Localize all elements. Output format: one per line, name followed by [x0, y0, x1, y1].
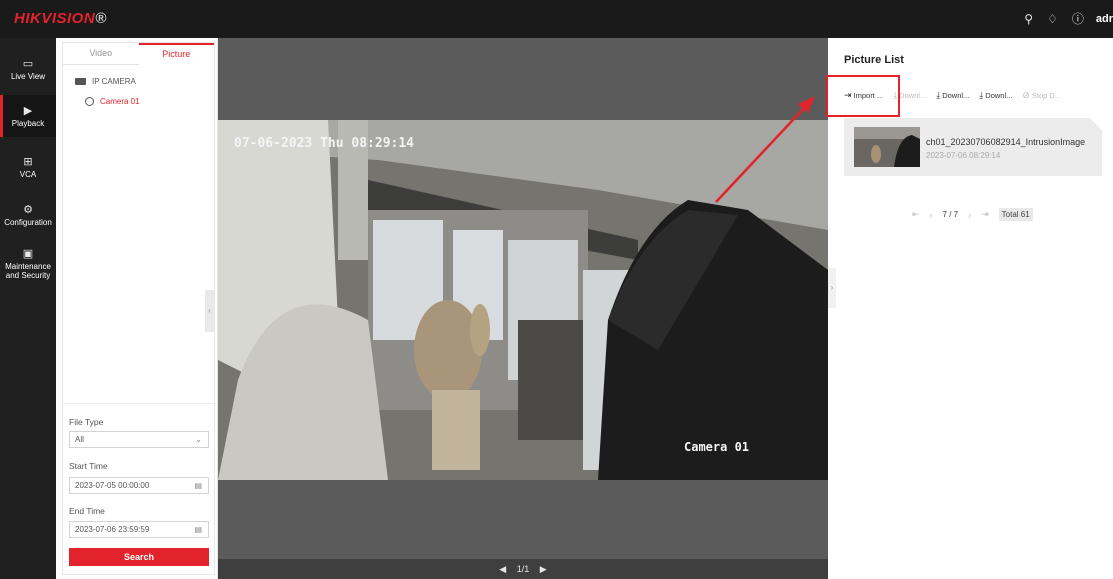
search-icon[interactable]: ⚲: [1024, 12, 1033, 26]
camera-tree: IP CAMERA Camera 01: [75, 73, 140, 109]
stop-download-button[interactable]: ⊘ Stop D...: [1022, 90, 1061, 101]
download-icon: ⤓: [936, 90, 941, 100]
picture-list-title: Picture List: [844, 54, 904, 66]
collapse-right-handle[interactable]: ›: [828, 268, 836, 308]
import-button[interactable]: ⇥ Import ...: [844, 90, 883, 101]
start-time-label: Start Time: [69, 461, 108, 471]
nav-label: VCA: [19, 170, 37, 179]
import-icon: ⇥: [844, 90, 852, 100]
stop-icon: ⊘: [1022, 90, 1030, 100]
page-indicator: 1/1: [516, 564, 530, 574]
page-current: 7 / 7: [942, 210, 959, 219]
item-corner: [1090, 118, 1102, 130]
vca-icon: ⊞: [23, 156, 33, 168]
left-navigation: ▭ Live View ▶ Playback ⊞ VCA ⚙ Configura…: [0, 38, 56, 579]
video-frame[interactable]: 07-06-2023 Thu 08:29:14 Camera 01: [218, 120, 828, 480]
search-panel-frame: Video Picture IP CAMERA Camera 01 File T…: [62, 42, 215, 575]
start-time-field[interactable]: 2023-07-05 00:00:00 ▤: [69, 477, 209, 494]
nav-label: Live View: [10, 72, 46, 81]
camera-image: [218, 120, 828, 480]
camera-icon: [85, 96, 94, 106]
nav-playback[interactable]: ▶ Playback: [0, 95, 56, 137]
nav-maintenance[interactable]: ▣ Maintenance and Security: [0, 248, 56, 284]
notification-icon[interactable]: ♢: [1047, 12, 1058, 26]
next-page-icon[interactable]: ▶: [540, 564, 547, 574]
picture-toolbar: ⇥ Import ... ⤓ Downl... ⤓ Downl... ⤓ Dow…: [844, 90, 1071, 101]
monitor-icon: ▭: [22, 58, 34, 70]
search-panel: Video Picture IP CAMERA Camera 01 File T…: [56, 38, 218, 579]
download-label: Downl...: [899, 91, 927, 100]
download-button-1[interactable]: ⤓ Downl...: [893, 90, 926, 101]
file-type-value: All: [75, 435, 84, 444]
picture-list-item[interactable]: ch01_20230706082914_IntrusionImage 2023-…: [844, 118, 1102, 176]
download-button-2[interactable]: ⤓ Downl...: [936, 90, 969, 101]
nav-vca[interactable]: ⊞ VCA: [0, 156, 56, 186]
first-page-icon[interactable]: ⇤: [912, 209, 920, 220]
top-bar: HIKVISION® ⚲ ♢ ⓘ adr: [0, 0, 1113, 38]
divider: [63, 403, 214, 404]
playback-icon: ▶: [23, 105, 33, 117]
picture-thumbnail: [854, 127, 920, 167]
video-pager: ◀ 1/1 ▶: [218, 559, 828, 579]
file-type-select[interactable]: All ⌄: [69, 431, 209, 448]
calendar-icon: ▤: [194, 481, 202, 490]
nav-label: Maintenance and Security: [5, 262, 51, 280]
next-page-icon[interactable]: ›: [968, 210, 971, 220]
nav-label: Configuration: [4, 218, 52, 227]
download-label: Downl...: [985, 91, 1013, 100]
start-time-value: 2023-07-05 00:00:00: [75, 481, 150, 490]
stop-download-label: Stop D...: [1031, 91, 1062, 100]
tab-video[interactable]: Video: [63, 43, 139, 65]
end-time-value: 2023-07-06 23:59:59: [75, 525, 150, 534]
nav-configuration[interactable]: ⚙ Configuration: [0, 204, 56, 234]
download-label: Downl...: [942, 91, 970, 100]
end-time-field[interactable]: 2023-07-06 23:59:59 ▤: [69, 521, 209, 538]
brand-logo: HIKVISION®: [14, 10, 107, 27]
prev-page-icon[interactable]: ◀: [499, 564, 506, 574]
brand-text: HIKVISION: [14, 10, 96, 27]
end-time-label: End Time: [69, 506, 105, 516]
import-label: Import ...: [853, 91, 884, 100]
file-type-label: File Type: [69, 417, 104, 427]
search-button[interactable]: Search: [69, 548, 209, 566]
picture-name: ch01_20230706082914_IntrusionImage: [926, 137, 1086, 147]
nav-live-view[interactable]: ▭ Live View: [0, 58, 56, 90]
last-page-icon[interactable]: ⇥: [981, 209, 989, 220]
chevron-down-icon: ⌄: [195, 435, 202, 444]
tree-root-label: IP CAMERA: [92, 76, 136, 86]
picture-pager: ⇤ ‹ 7 / 7 › ⇥ Total 61: [912, 208, 1033, 221]
download-icon: ⤓: [979, 90, 984, 100]
osd-timestamp: 07-06-2023 Thu 08:29:14: [234, 136, 415, 151]
download-icon: ⤓: [893, 90, 898, 100]
osd-camera-name: Camera 01: [684, 440, 750, 454]
gear-icon: ⚙: [23, 204, 33, 216]
tree-camera-item[interactable]: Camera 01: [85, 93, 140, 109]
download-button-3[interactable]: ⤓ Downl...: [979, 90, 1012, 101]
tree-root[interactable]: IP CAMERA: [75, 73, 140, 89]
brand-mark: ®: [95, 10, 107, 27]
total-count: Total 61: [998, 208, 1033, 221]
panel-tabs: Video Picture: [63, 43, 214, 65]
picture-time: 2023-07-06 08:29:14: [926, 151, 1001, 160]
user-name[interactable]: adr: [1096, 13, 1113, 25]
tab-picture[interactable]: Picture: [138, 43, 214, 65]
calendar-icon: ▤: [194, 525, 202, 534]
prev-page-icon[interactable]: ‹: [930, 210, 933, 220]
ip-camera-icon: [75, 77, 86, 85]
maintenance-icon: ▣: [22, 248, 34, 260]
video-area: 07-06-2023 Thu 08:29:14 Camera 01 ◀ 1/1 …: [218, 38, 828, 579]
top-actions: ⚲ ♢ ⓘ adr: [1024, 10, 1113, 27]
nav-label: Playback: [11, 119, 45, 128]
info-icon[interactable]: ⓘ: [1072, 10, 1084, 27]
tree-camera-label: Camera 01: [100, 96, 140, 106]
collapse-left-handle[interactable]: ‹: [205, 290, 214, 332]
